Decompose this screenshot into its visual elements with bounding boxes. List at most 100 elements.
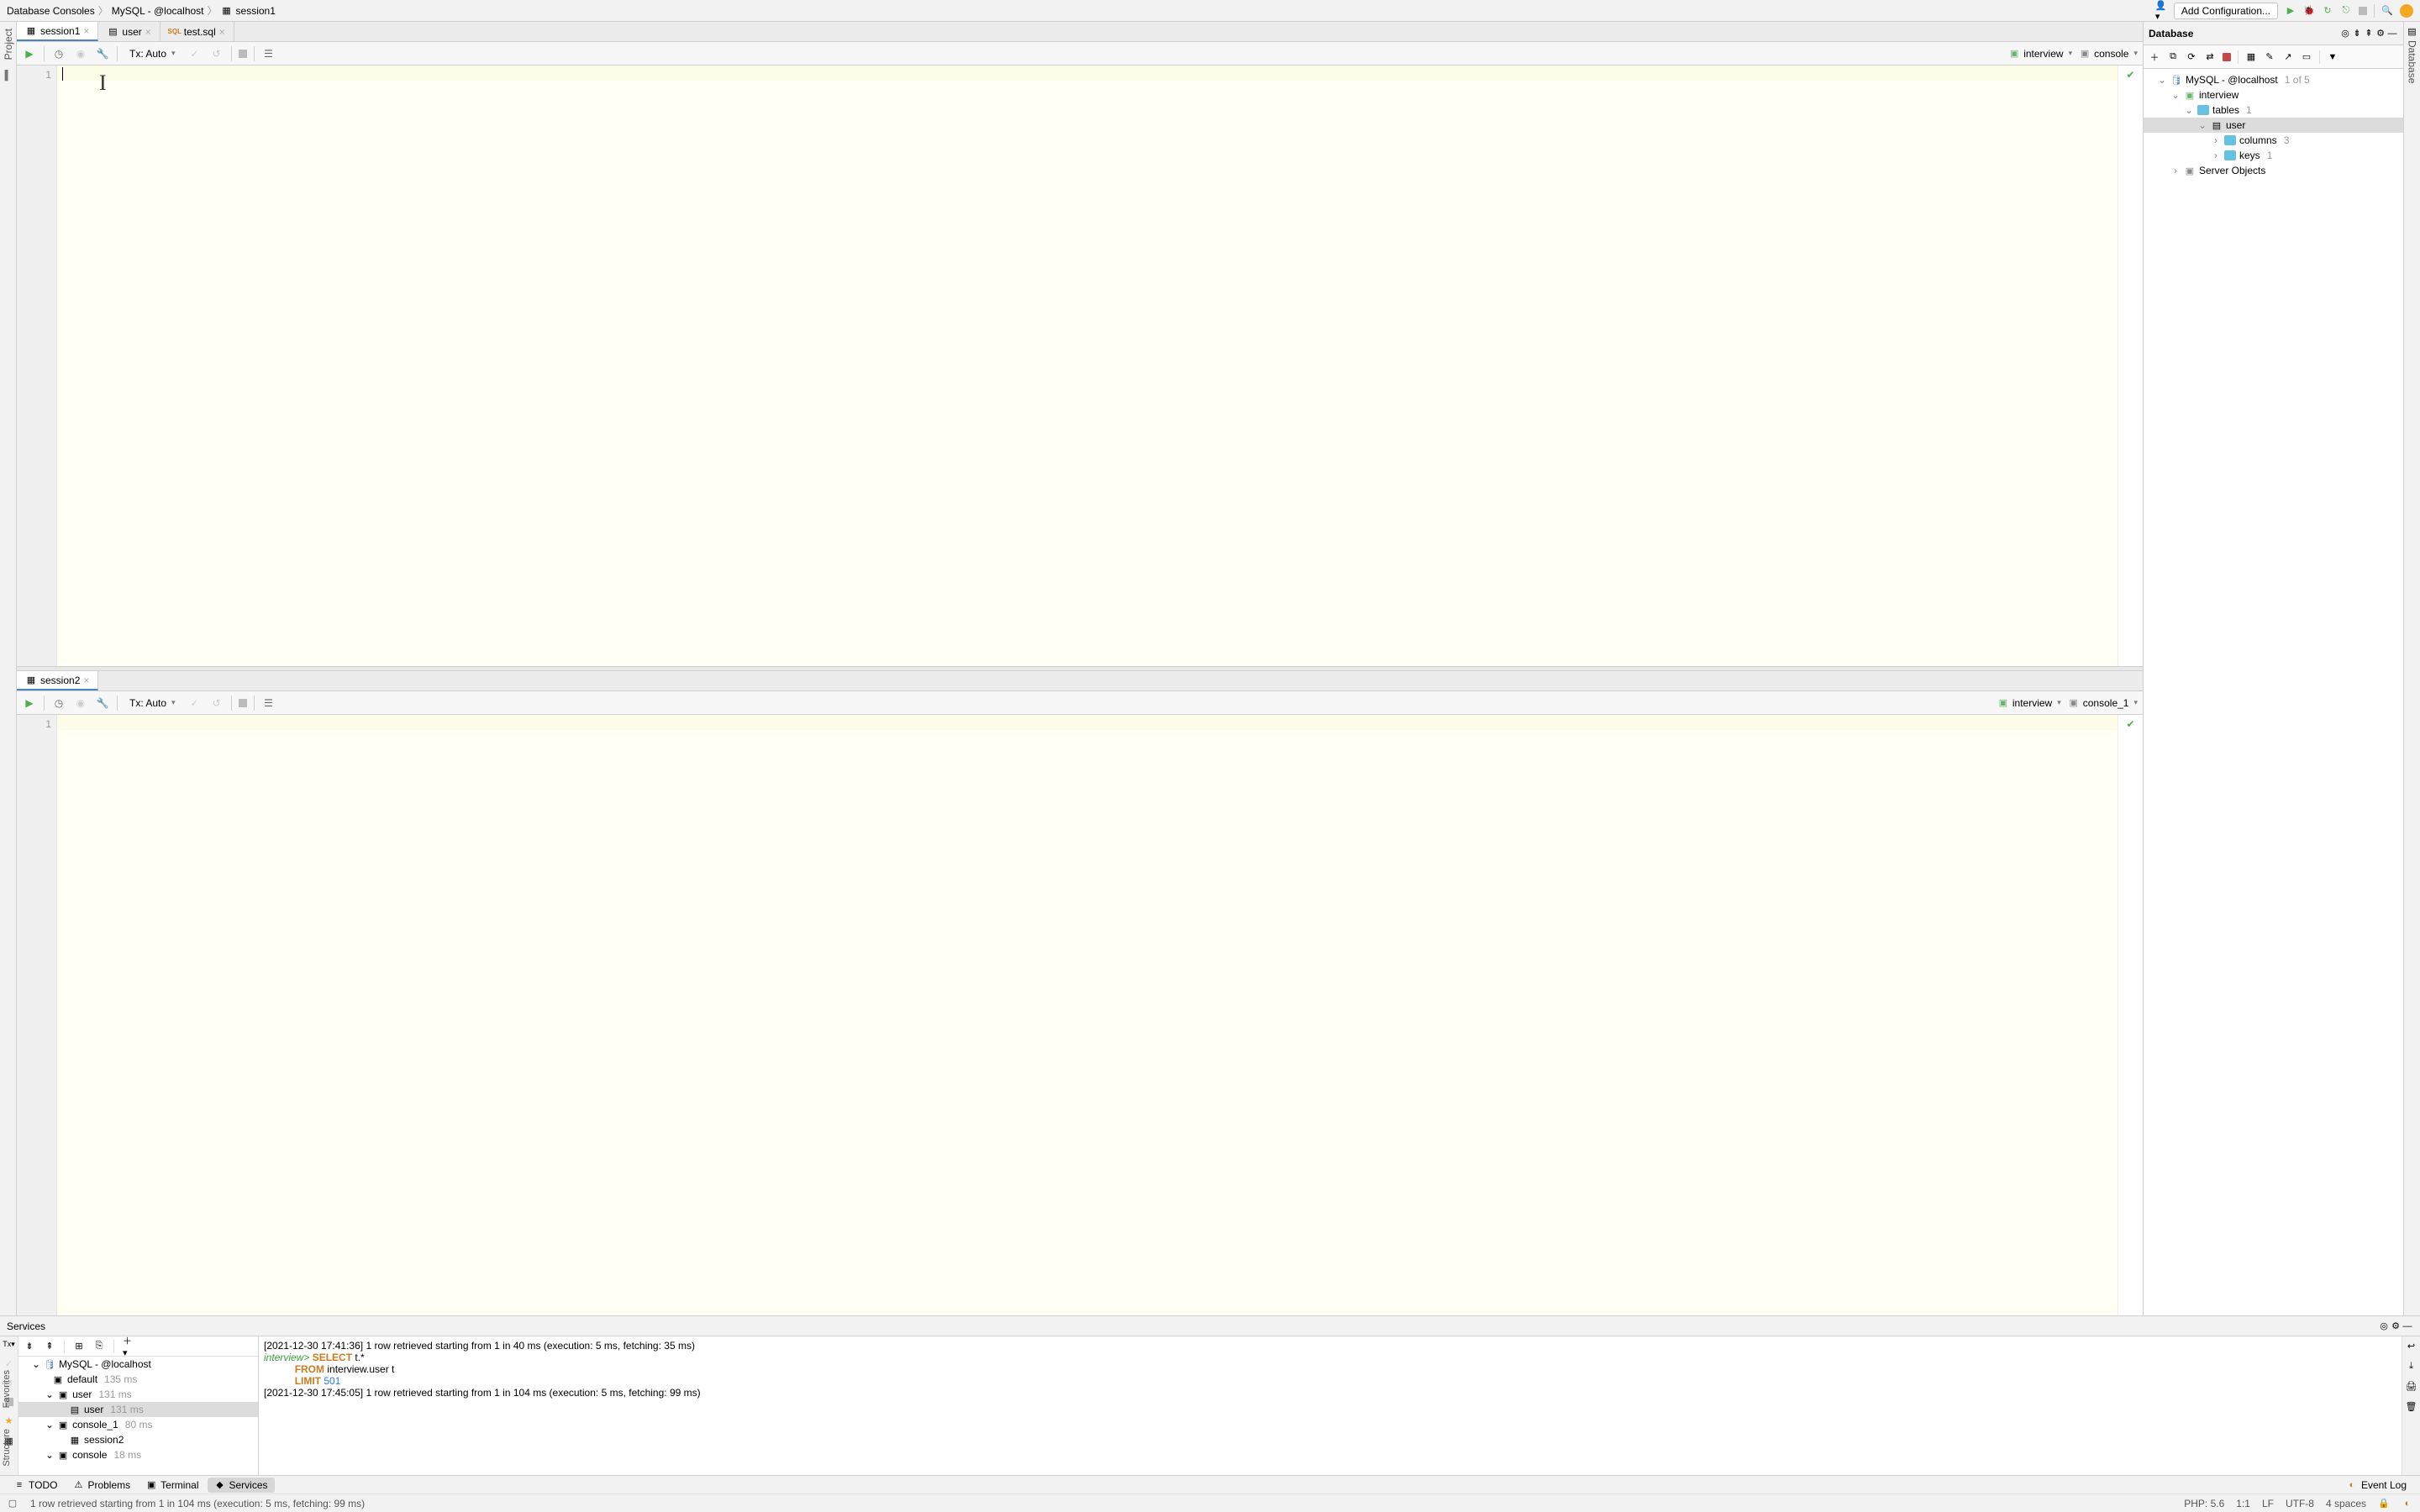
bottom-tab-services[interactable]: ◆Services [208,1478,275,1493]
cancel-query-icon[interactable] [239,50,247,58]
editor-text-area[interactable]: I [57,66,2118,666]
tree-row-datasource[interactable]: ⌄ 🛢 MySQL - @localhost 1 of 5 [2144,72,2403,87]
chevron-down-icon[interactable]: ⌄ [2170,89,2181,101]
close-icon[interactable]: × [83,25,89,37]
tree-row-keys[interactable]: › keys 1 [2144,148,2403,163]
tx-label-icon[interactable]: Tx▾ [3,1340,15,1349]
tree-row-tables[interactable]: ⌄ tables 1 [2144,102,2403,118]
status-php[interactable]: PHP: 5.6 [2184,1498,2224,1509]
chevron-down-icon[interactable]: ⌄ [2197,119,2207,131]
add-icon[interactable]: ＋ [2149,51,2160,63]
svc-row-user-group[interactable]: ⌄ ▣ user 131 ms [18,1387,258,1402]
lock-icon[interactable]: 🔒 [2378,1498,2390,1509]
chevron-down-icon[interactable]: ⌄ [32,1358,40,1370]
jump-to-console-icon[interactable]: ↗ [2282,51,2294,63]
chevron-right-icon[interactable]: › [2211,150,2221,161]
breadcrumb-item[interactable]: Database Consoles [7,5,95,17]
close-icon[interactable]: × [219,26,225,38]
explain-plan-icon[interactable]: ◉ [73,696,88,711]
gear-icon[interactable]: ⚙ [2375,28,2386,39]
svc-row-console[interactable]: ⌄ ▣ console 18 ms [18,1447,258,1462]
cancel-query-icon[interactable] [239,699,247,707]
status-encoding[interactable]: UTF-8 [2286,1498,2314,1509]
status-position[interactable]: 1:1 [2236,1498,2250,1509]
tool-windows-icon[interactable]: ▢ [7,1498,18,1509]
view-icon[interactable]: ☰ [261,46,276,61]
star-icon[interactable]: ★ [3,1415,15,1426]
sync-icon[interactable]: ⇄ [2204,51,2216,63]
svc-row-session2[interactable]: ▦ session2 [18,1432,258,1447]
wrench-icon[interactable]: 🔧 [95,696,110,711]
services-output[interactable]: [2021-12-30 17:41:36] 1 row retrieved st… [259,1336,2402,1475]
svc-row-console1[interactable]: ⌄ ▣ console_1 80 ms [18,1417,258,1432]
run-icon[interactable]: ▶ [2285,5,2296,17]
soft-wrap-icon[interactable]: ↩ [2406,1340,2417,1352]
scroll-to-end-icon[interactable]: ⤓ [2406,1360,2417,1372]
session-dropdown[interactable]: ▣ console_1 [2068,697,2138,709]
database-tool-button[interactable]: Database [2407,37,2418,87]
target-icon[interactable]: ◎ [2378,1320,2390,1332]
svc-row-user[interactable]: ▤ user 131 ms [18,1402,258,1417]
project-tool-button[interactable]: Project [3,25,14,63]
duplicate-icon[interactable]: ⧉ [2167,51,2179,63]
tree-row-columns[interactable]: › columns 3 [2144,133,2403,148]
breadcrumb-item[interactable]: MySQL - @localhost [112,5,204,17]
filter-icon[interactable]: ▼ [2327,51,2338,63]
table-view-icon[interactable]: ▦ [2245,51,2257,63]
commit-icon[interactable]: ✓ [187,696,203,711]
favorites-tool-button[interactable]: Favorites [2,1370,12,1408]
execute-icon[interactable]: ▶ [22,696,37,711]
stop-icon[interactable] [2223,53,2231,61]
session-dropdown[interactable]: ▣ console [2079,48,2138,60]
ide-status-icon[interactable]: ◐ [2402,1498,2413,1509]
collapse-all-icon[interactable]: ⇞ [44,1341,55,1352]
view-icon[interactable]: ☰ [261,696,276,711]
edit-icon[interactable]: ✎ [2264,51,2275,63]
bottom-tab-event-log[interactable]: ◐Event Log [2339,1478,2413,1493]
close-icon[interactable]: × [83,675,89,686]
tab-session1[interactable]: ▦ session1 × [17,22,98,41]
rollback-icon[interactable]: ↺ [209,696,224,711]
commit-icon[interactable]: ✓ [187,46,203,61]
minimize-icon[interactable]: — [2386,28,2398,39]
tab-session2[interactable]: ▦ session2 × [17,671,98,690]
inspection-indicator[interactable]: ✔ [2118,66,2143,666]
profile-icon[interactable]: ⎋ [2340,5,2352,17]
open-new-tab-icon[interactable]: ⎘ [93,1341,105,1352]
tree-row-server-objects[interactable]: › ▣ Server Objects [2144,163,2403,178]
add-configuration-button[interactable]: Add Configuration... [2174,3,2278,19]
chevron-down-icon[interactable]: ⌄ [45,1389,54,1400]
bottom-tab-todo[interactable]: ≡TODO [7,1478,64,1493]
user-dropdown-icon[interactable]: 👤▾ [2155,5,2167,17]
status-line-sep[interactable]: LF [2262,1498,2274,1509]
services-tree[interactable]: ⌄ 🛢 MySQL - @localhost ▣ default 135 ms … [18,1357,258,1475]
stop-icon[interactable] [2359,7,2367,15]
tx-mode-dropdown[interactable]: Tx: Auto [124,696,181,711]
expand-all-icon[interactable]: ⇟ [2351,28,2363,39]
search-icon[interactable]: 🔍 [2381,5,2393,17]
schema-dropdown[interactable]: ▣ interview [2008,48,2072,60]
status-indent[interactable]: 4 spaces [2326,1498,2366,1509]
wrench-icon[interactable]: 🔧 [95,46,110,61]
ddl-icon[interactable]: ▭ [2301,51,2312,63]
gear-icon[interactable]: ⚙ [2390,1320,2402,1332]
editor-text-area[interactable] [57,715,2118,1315]
refresh-icon[interactable]: ⟳ [2186,51,2197,63]
bookmark-icon[interactable]: ▌ [3,70,14,81]
chevron-right-icon[interactable]: › [2170,165,2181,176]
tree-row-schema[interactable]: ⌄ ▣ interview [2144,87,2403,102]
rollback-icon[interactable]: ↺ [209,46,224,61]
group-by-icon[interactable]: ⊞ [73,1341,85,1352]
svc-row-default[interactable]: ▣ default 135 ms [18,1372,258,1387]
chevron-down-icon[interactable]: ⌄ [45,1449,54,1461]
avatar[interactable] [2400,4,2413,18]
chevron-right-icon[interactable]: › [2211,134,2221,146]
breadcrumb-item[interactable]: session1 [236,5,276,17]
debug-icon[interactable]: 🐞 [2303,5,2315,17]
structure-tool-button[interactable]: Structure [2,1429,12,1467]
tree-row-user-table[interactable]: ⌄ ▤ user [2144,118,2403,133]
tab-test-sql[interactable]: SQL test.sql × [160,22,234,41]
svc-row-datasource[interactable]: ⌄ 🛢 MySQL - @localhost [18,1357,258,1372]
history-icon[interactable]: ◷ [51,696,66,711]
run-with-coverage-icon[interactable]: ↻ [2322,5,2333,17]
